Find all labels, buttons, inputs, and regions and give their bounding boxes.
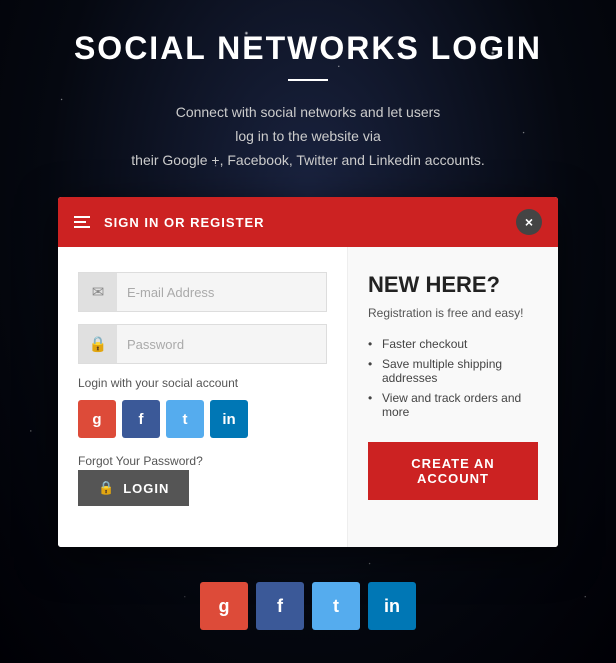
google-login-button[interactable]: g <box>78 400 116 438</box>
modal-header-title: SIGN IN OR REGISTER <box>104 215 265 230</box>
login-panel: ✉ 🔒 Login with your social account g f t… <box>58 247 348 547</box>
page-description: Connect with social networks and let use… <box>131 101 484 172</box>
benefits-list: Faster checkout Save multiple shipping a… <box>368 334 538 422</box>
linkedin-login-button[interactable]: in <box>210 400 248 438</box>
login-button[interactable]: 🔒 LOGIN <box>78 470 189 506</box>
bottom-twitter-button[interactable]: t <box>312 582 360 630</box>
twitter-login-button[interactable]: t <box>166 400 204 438</box>
title-divider <box>288 79 328 81</box>
facebook-login-button[interactable]: f <box>122 400 160 438</box>
forgot-password-link[interactable]: Forgot Your Password? <box>78 454 203 468</box>
page-title: SOCIAL NETWORKS LOGIN <box>74 30 542 67</box>
password-input[interactable] <box>117 327 326 362</box>
modal-header: SIGN IN OR REGISTER × <box>58 197 558 247</box>
modal-body: ✉ 🔒 Login with your social account g f t… <box>58 247 558 547</box>
login-lock-icon: 🔒 <box>98 480 115 496</box>
email-input[interactable] <box>117 275 326 310</box>
registration-subtitle: Registration is free and easy! <box>368 306 538 320</box>
bottom-social-buttons: g f t in <box>200 582 416 630</box>
new-here-title: NEW HERE? <box>368 272 538 298</box>
social-login-buttons: g f t in <box>78 400 327 438</box>
user-icon: ✉ <box>79 273 117 311</box>
bottom-facebook-button[interactable]: f <box>256 582 304 630</box>
email-input-group: ✉ <box>78 272 327 312</box>
social-login-label: Login with your social account <box>78 376 327 390</box>
create-account-button[interactable]: CREATE AN ACCOUNT <box>368 442 538 500</box>
login-button-label: LOGIN <box>123 481 169 496</box>
login-modal: SIGN IN OR REGISTER × ✉ 🔒 Login with you… <box>58 197 558 547</box>
menu-lines-icon <box>74 216 90 228</box>
register-panel: NEW HERE? Registration is free and easy!… <box>348 247 558 547</box>
bottom-google-button[interactable]: g <box>200 582 248 630</box>
benefit-item: Save multiple shipping addresses <box>368 354 538 388</box>
bottom-linkedin-button[interactable]: in <box>368 582 416 630</box>
benefit-item: Faster checkout <box>368 334 538 354</box>
lock-icon: 🔒 <box>79 325 117 363</box>
benefit-item: View and track orders and more <box>368 388 538 422</box>
modal-header-left: SIGN IN OR REGISTER <box>74 215 265 230</box>
close-button[interactable]: × <box>516 209 542 235</box>
password-input-group: 🔒 <box>78 324 327 364</box>
